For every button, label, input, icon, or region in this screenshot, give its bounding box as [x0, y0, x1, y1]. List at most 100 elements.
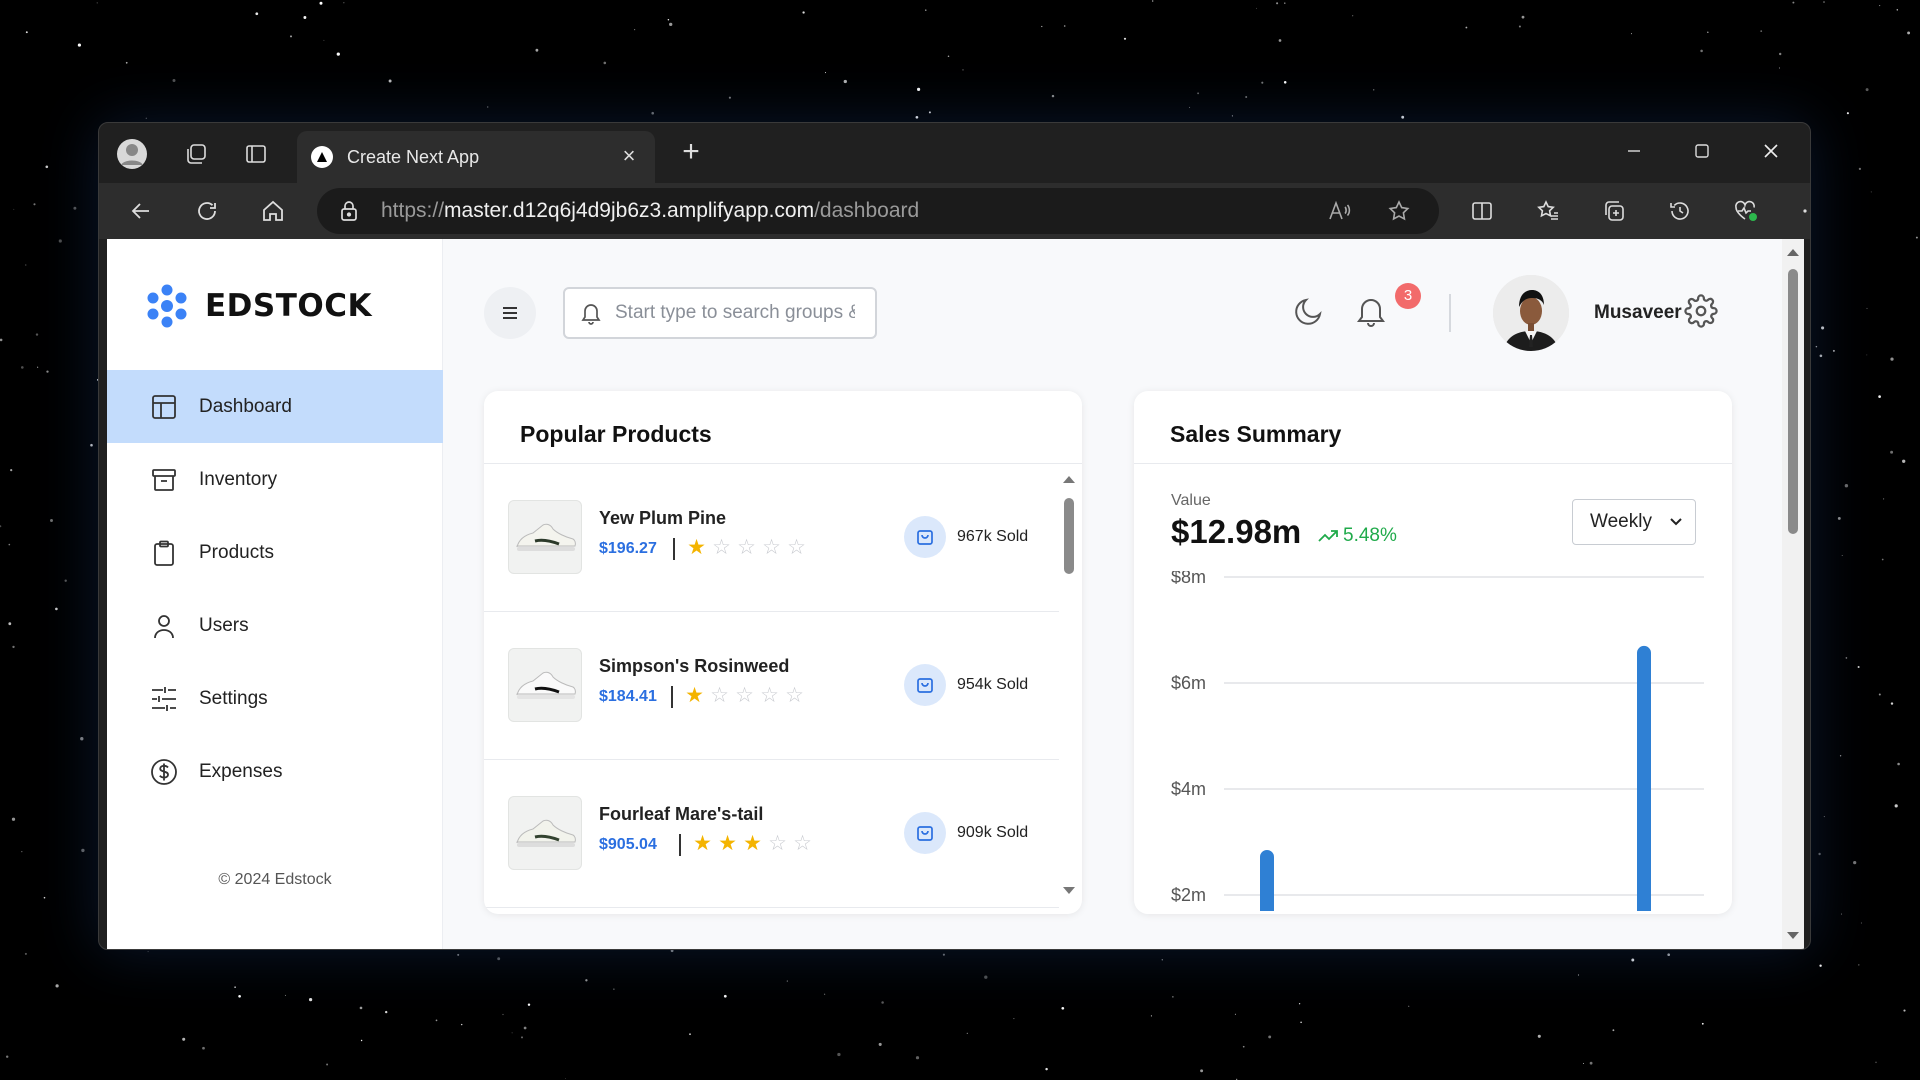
history-icon[interactable] — [1662, 193, 1698, 229]
sidebar-item-users[interactable]: Users — [107, 589, 443, 662]
split-screen-icon[interactable] — [1464, 193, 1500, 229]
star-dot — [723, 994, 727, 998]
star-dot — [1589, 1061, 1593, 1065]
product-price: $184.41 — [599, 688, 657, 705]
page-scrollbar[interactable] — [1782, 239, 1804, 949]
star-dot — [457, 953, 460, 956]
sidebar-item-products[interactable]: Products — [107, 516, 443, 589]
browser-window: Create Next App × + https://master.d12q6… — [98, 122, 1811, 950]
sidebar-item-settings[interactable]: Settings — [107, 662, 443, 735]
star-dot — [1701, 1022, 1704, 1025]
sidebar-item-inventory[interactable]: Inventory — [107, 443, 443, 516]
browser-essentials-icon[interactable] — [1728, 193, 1764, 229]
star-dot — [1245, 96, 1248, 98]
scroll-down-icon[interactable] — [1059, 884, 1079, 898]
user-icon — [149, 611, 179, 641]
list-item[interactable]: Fourleaf Mare's-tail $905.04 ★ ★ ★ ☆ ☆ 909k … — [484, 760, 1059, 908]
favorites-icon[interactable] — [1530, 193, 1566, 229]
settings-button[interactable] — [1679, 289, 1723, 333]
user-name: Musaveer — [1594, 302, 1682, 323]
dark-mode-toggle[interactable] — [1287, 289, 1331, 333]
search-input[interactable] — [615, 302, 855, 324]
star-dot — [1465, 26, 1468, 29]
star-rating: ★ ☆ ☆ ☆ ☆ — [684, 536, 809, 558]
minimize-icon[interactable] — [1604, 131, 1664, 171]
workspaces-icon[interactable] — [179, 137, 213, 171]
page-scroll-up-icon[interactable] — [1782, 245, 1804, 259]
new-tab-icon[interactable]: + — [673, 135, 709, 171]
star-dot — [1707, 31, 1709, 33]
star-dot — [58, 239, 62, 243]
page-scrollbar-thumb[interactable] — [1788, 269, 1798, 534]
product-name: Simpson's Rosinweed — [599, 656, 790, 676]
sidebar-item-label: Expenses — [199, 760, 283, 782]
sidebar-item-label: Settings — [199, 687, 268, 709]
star-dot — [20, 366, 24, 369]
price-separator — [673, 538, 675, 560]
collections-icon[interactable] — [1596, 193, 1632, 229]
page-viewport: EDSTOCK Dashboard Inventory Products Use… — [107, 239, 1782, 949]
growth-indicator: 5.48% — [1317, 525, 1397, 547]
star-dot — [1897, 762, 1900, 766]
copyright-text: © 2024 Edstock — [218, 871, 332, 888]
star-rating: ★ ★ ★ ☆ ☆ — [690, 832, 815, 854]
lock-icon[interactable] — [339, 200, 359, 222]
sidebar-item-expenses[interactable]: Expenses — [107, 735, 443, 808]
close-tab-icon[interactable]: × — [617, 145, 641, 169]
scrollbar-thumb[interactable] — [1064, 498, 1074, 574]
profile-avatar-icon[interactable] — [115, 137, 149, 171]
more-options-icon[interactable] — [1794, 193, 1810, 229]
star-dot — [1890, 450, 1894, 454]
y-tick-label: $8m — [1171, 571, 1206, 587]
tab-actions-icon[interactable] — [239, 137, 273, 171]
star-dot — [502, 1013, 504, 1016]
period-select[interactable]: Weekly — [1572, 499, 1696, 545]
star-empty-icon: ☆ — [712, 535, 731, 559]
refresh-icon[interactable] — [189, 193, 225, 229]
notifications-button[interactable] — [1349, 289, 1393, 333]
star-dot — [1858, 167, 1862, 171]
star-dot — [634, 29, 636, 31]
list-item[interactable]: Simpson's Rosinweed $184.41 ★ ☆ ☆ ☆ ☆ 954k S… — [484, 612, 1059, 760]
y-tick-label: $4m — [1171, 779, 1206, 799]
star-dot — [1700, 49, 1703, 53]
star-dot — [1373, 89, 1375, 91]
star-dot — [12, 645, 15, 649]
star-dot — [1760, 30, 1763, 32]
star-dot — [917, 87, 921, 91]
favorite-star-icon[interactable] — [1383, 196, 1415, 226]
read-aloud-icon[interactable] — [1323, 196, 1355, 226]
sold-count: 967k Sold — [957, 528, 1029, 545]
star-dot — [64, 579, 67, 582]
sidebar-item-label: Products — [199, 541, 274, 563]
search-box[interactable] — [563, 287, 877, 339]
browser-tab[interactable]: Create Next App × — [297, 131, 655, 183]
products-scrollbar[interactable] — [1059, 464, 1079, 904]
star-dot — [1896, 9, 1899, 11]
chart-bar[interactable] — [1637, 645, 1651, 911]
sidebar-item-dashboard[interactable]: Dashboard — [107, 370, 443, 443]
nextjs-favicon-icon — [311, 146, 333, 168]
star-dot — [1189, 106, 1191, 108]
home-icon[interactable] — [255, 193, 291, 229]
y-tick-label: $6m — [1171, 673, 1206, 693]
avatar[interactable] — [1493, 275, 1569, 351]
scroll-up-icon[interactable] — [1059, 472, 1079, 486]
page-scroll-down-icon[interactable] — [1782, 929, 1804, 943]
address-bar: https://master.d12q6j4d9jb6z3.amplifyapp… — [99, 183, 1810, 239]
star-dot — [878, 1042, 882, 1046]
maximize-icon[interactable] — [1672, 131, 1732, 171]
close-window-icon[interactable] — [1741, 131, 1801, 171]
star-dot — [1866, 307, 1868, 309]
star-dot — [1013, 1018, 1015, 1020]
brand-logo[interactable]: EDSTOCK — [145, 283, 372, 329]
url-field[interactable]: https://master.d12q6j4d9jb6z3.amplifyapp… — [317, 188, 1439, 234]
list-item[interactable]: Yew Plum Pine $196.27 ★ ☆ ☆ ☆ ☆ 967k Sold — [484, 464, 1059, 612]
menu-toggle-button[interactable] — [484, 287, 536, 339]
star-dot — [37, 366, 39, 368]
sidebar-menu: Dashboard Inventory Products Users Setti… — [107, 370, 443, 808]
star-dot — [564, 1078, 566, 1079]
star-dot — [585, 979, 588, 982]
back-icon[interactable] — [123, 193, 159, 229]
chart-bar[interactable] — [1260, 849, 1274, 911]
